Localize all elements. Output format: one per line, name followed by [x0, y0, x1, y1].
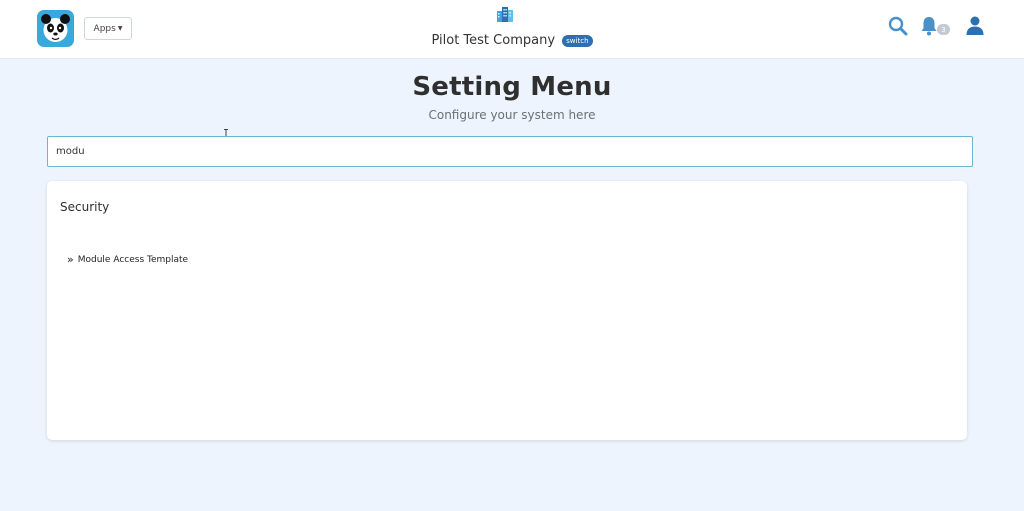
text-cursor-icon: [223, 125, 229, 140]
page-title: Setting Menu: [412, 72, 612, 102]
search-icon[interactable]: [888, 16, 908, 36]
settings-search-input[interactable]: [47, 136, 973, 167]
apps-button-label: Apps: [93, 23, 116, 34]
menu-item-module-access-template[interactable]: » Module Access Template: [67, 254, 188, 265]
section-title-security: Security: [60, 200, 110, 214]
building-icon: [496, 6, 514, 22]
switch-company-button[interactable]: switch: [562, 34, 593, 47]
search-results-card: Security » Module Access Template: [47, 181, 967, 440]
top-navbar: Apps ▼ Pilot Test Company switch 3: [0, 0, 1024, 59]
page-subtitle: Configure your system here: [428, 108, 596, 122]
menu-item-label: Module Access Template: [77, 254, 189, 265]
company-name: Pilot Test Company: [431, 33, 556, 48]
company-switcher: Pilot Test Company switch: [0, 33, 1024, 48]
bell-icon[interactable]: [920, 16, 938, 36]
caret-down-icon: ▼: [117, 25, 123, 32]
user-icon[interactable]: [966, 16, 984, 35]
notification-count-badge: 3: [937, 24, 950, 35]
double-chevron-right-icon: »: [67, 253, 74, 266]
